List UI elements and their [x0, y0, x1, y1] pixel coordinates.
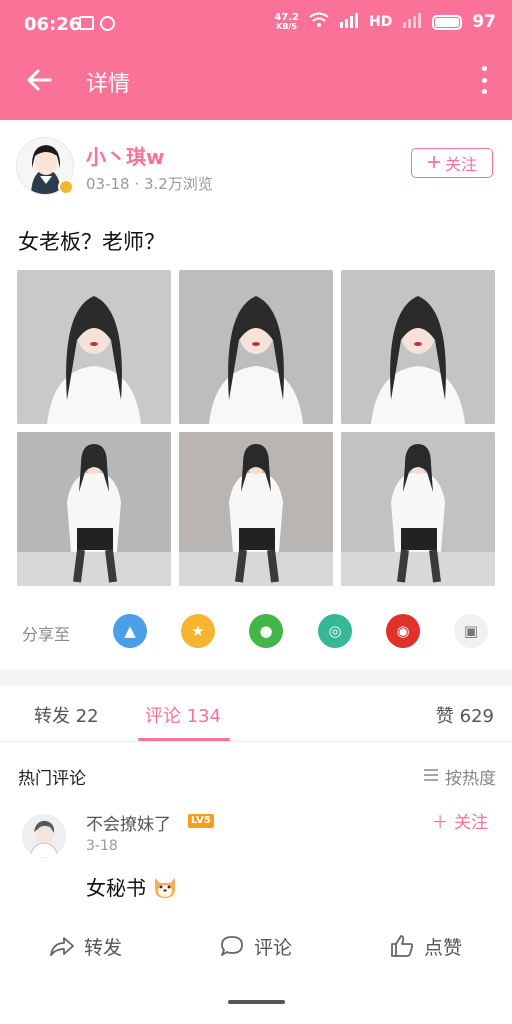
status-time: 06:26	[24, 14, 82, 35]
app-notification-icon	[100, 16, 115, 31]
follow-label: 关注	[454, 813, 488, 833]
repost-label: 转发	[84, 936, 123, 959]
hd-call-icon: HD	[368, 14, 393, 30]
active-tab-indicator	[138, 738, 230, 741]
app-header: 06:26 47.2 KB/S HD 97 详情	[0, 0, 512, 120]
post-photo-4[interactable]	[17, 432, 171, 586]
battery-icon	[432, 14, 463, 30]
section-divider	[0, 670, 512, 686]
author-block: 小丶琪w 03-18 · 3.2万浏览 关注	[16, 137, 496, 199]
shiba-dog-emoji-icon	[152, 875, 178, 899]
signal-icon	[339, 12, 359, 32]
plus-icon	[427, 154, 441, 173]
status-notification-icons	[79, 16, 115, 31]
wifi-icon	[309, 12, 329, 32]
comment-text-row: 女秘书	[86, 872, 178, 901]
plus-icon: ＋	[431, 813, 449, 833]
post-photo-3[interactable]	[341, 270, 495, 424]
comment-time: 3-18	[86, 838, 118, 854]
share-row: 分享至 ▲ ★ ● ◎ ◉ ▣	[0, 612, 512, 652]
view-count: 3.2万浏览	[143, 175, 213, 193]
battery-percent: 97	[472, 12, 496, 32]
comment-text: 女秘书	[86, 876, 146, 900]
commenter-avatar[interactable]	[22, 814, 66, 858]
tab-likes[interactable]: 赞 629	[436, 702, 494, 728]
thumbs-up-icon	[391, 935, 414, 957]
arrow-left-icon[interactable]	[24, 64, 56, 96]
comment-bubble-icon	[221, 936, 243, 956]
commenter-name[interactable]: 不会撩妹了	[86, 810, 171, 835]
qq-icon[interactable]: ▲	[113, 614, 147, 648]
tab-comment[interactable]: 评论 134	[145, 702, 221, 728]
post-date: 03-18	[86, 175, 130, 193]
sort-lines-icon	[423, 767, 439, 787]
repost-button[interactable]: 转发	[48, 932, 122, 960]
moments-icon[interactable]: ◎	[318, 614, 352, 648]
interaction-tabs: 转发 22 评论 134 赞 629	[0, 686, 512, 742]
tab-repost[interactable]: 转发 22	[34, 702, 99, 728]
comment-button[interactable]: 评论	[218, 932, 292, 960]
post-photo-2[interactable]	[179, 270, 333, 424]
qzone-icon[interactable]: ★	[181, 614, 215, 648]
user-level-badge: LV5	[188, 814, 214, 828]
gallery-icon[interactable]: ▣	[454, 614, 488, 648]
share-arrow-icon	[50, 937, 74, 956]
follow-label: 关注	[444, 155, 477, 174]
mail-icon	[79, 16, 94, 30]
like-label: 点赞	[424, 936, 463, 959]
hot-comments-title: 热门评论	[18, 769, 86, 789]
post-photo-5[interactable]	[179, 432, 333, 586]
comment-item: 不会撩妹了 LV5 ＋ 关注 3-18 女秘书	[0, 806, 512, 906]
author-meta: 03-18 · 3.2万浏览	[86, 173, 213, 194]
post-photo-1[interactable]	[17, 270, 171, 424]
status-right-group: 47.2 KB/S HD 97	[274, 12, 496, 32]
page-title: 详情	[86, 72, 131, 97]
network-speed: 47.2 KB/S	[274, 12, 299, 32]
status-bar: 06:26 47.2 KB/S HD 97	[0, 0, 512, 50]
signal-icon-2	[402, 12, 422, 32]
verified-badge-icon	[58, 179, 74, 195]
comment-label: 评论	[254, 936, 293, 959]
share-label: 分享至	[22, 625, 71, 644]
follow-commenter-button[interactable]: ＋ 关注	[432, 808, 488, 833]
weibo-icon[interactable]: ◉	[386, 614, 420, 648]
sort-button[interactable]: 按热度	[423, 764, 496, 789]
wechat-icon[interactable]: ●	[249, 614, 283, 648]
home-indicator[interactable]	[228, 1000, 285, 1004]
like-button[interactable]: 点赞	[388, 932, 462, 960]
post-title: 女老板？老师？	[18, 230, 165, 254]
follow-author-button[interactable]: 关注	[411, 148, 493, 178]
toolbar: 详情	[0, 50, 512, 112]
sort-label: 按热度	[445, 769, 496, 789]
more-vertical-icon[interactable]	[478, 66, 490, 94]
author-name[interactable]: 小丶琪w	[86, 141, 164, 170]
post-photo-6[interactable]	[341, 432, 495, 586]
bottom-action-bar: 转发 评论 点赞	[0, 920, 512, 974]
meta-separator: ·	[134, 175, 140, 193]
